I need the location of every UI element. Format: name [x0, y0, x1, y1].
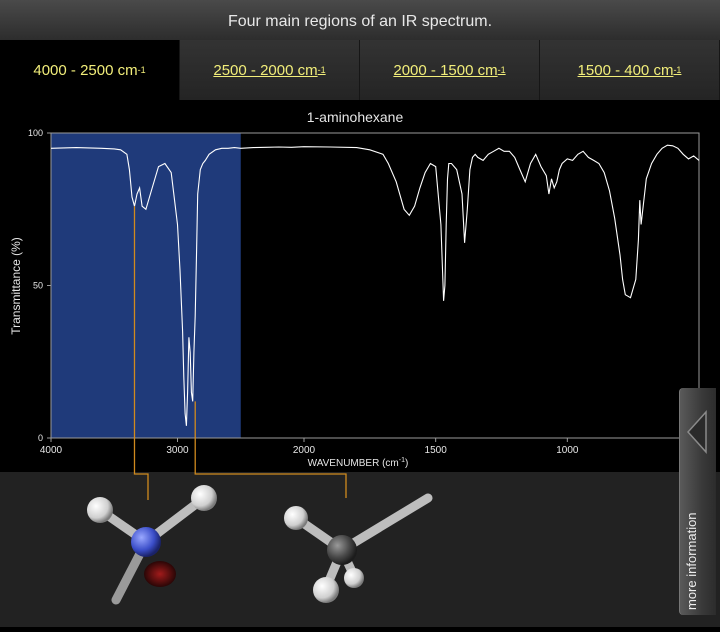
tab-label: 2000 - 1500 cm — [393, 61, 498, 79]
x-tick-label: 1000 — [556, 445, 579, 456]
nitrogen-atom — [131, 527, 161, 557]
tab-label-sup: -1 — [673, 65, 682, 75]
x-tick-label: 2000 — [293, 445, 316, 456]
more-information-label: more information — [684, 512, 699, 610]
region-tabs: 4000 - 2500 cm -1 2500 - 2000 cm -1 2000 -… — [0, 40, 720, 100]
molecule-panel — [0, 472, 720, 627]
hydrogen-atom — [344, 568, 364, 588]
tab-label: 1500 - 400 cm — [577, 61, 674, 79]
y-axis-label: Transmittance (%) — [9, 237, 23, 335]
chart-title: 1-aminohexane — [307, 109, 404, 125]
x-tick-label: 4000 — [40, 445, 63, 456]
methyl-group-model — [284, 493, 433, 603]
hydrogen-atom — [284, 506, 308, 530]
hydrogen-atom — [191, 485, 217, 511]
title-bar: Four main regions of an IR spectrum. — [0, 0, 720, 45]
tab-label-sup: -1 — [497, 65, 506, 75]
x-tick-label: 1500 — [425, 445, 448, 456]
tab-label: 4000 - 2500 cm — [33, 61, 138, 79]
y-axis-ticks: 0 50 100 — [28, 128, 51, 443]
lone-pair — [144, 561, 176, 587]
tab-label: 2500 - 2000 cm — [213, 61, 318, 79]
y-tick-label: 50 — [33, 281, 43, 291]
page-title: Four main regions of an IR spectrum. — [227, 13, 493, 30]
tab-4000-2500[interactable]: 4000 - 2500 cm -1 — [0, 40, 180, 100]
x-axis-label: WAVENUMBER (cm-1) — [308, 457, 409, 469]
hydrogen-atom — [313, 577, 339, 603]
x-axis-ticks: 4000300020001500100050 — [40, 438, 701, 456]
amine-group-model — [87, 485, 217, 605]
x-axis-unit-close: ) — [405, 458, 408, 469]
tab-1500-400[interactable]: 1500 - 400 cm -1 — [540, 40, 720, 100]
highlight-region — [51, 133, 241, 438]
bond — [337, 493, 433, 555]
tab-label-sup: -1 — [317, 65, 326, 75]
x-axis-label-text: WAVENUMBER — [308, 458, 380, 469]
ir-spectrum-chart: 4000300020001500100050 050100 1-aminohex… — [0, 100, 720, 472]
hydrogen-atom — [87, 497, 113, 523]
carbon-atom — [327, 535, 357, 565]
chevron-left-icon — [686, 410, 707, 454]
tab-2000-1500[interactable]: 2000 - 1500 cm -1 — [360, 40, 540, 100]
spectrum-svg: 4000300020001500100050 050100 1-aminohex… — [9, 109, 701, 469]
y-tick-label: 0 — [38, 433, 43, 443]
x-tick-label: 3000 — [166, 445, 189, 456]
tab-label-sup: -1 — [137, 65, 146, 75]
molecule-illustration — [87, 485, 433, 605]
more-information-panel[interactable]: more information — [679, 388, 716, 615]
x-axis-unit: (cm — [382, 458, 399, 469]
y-tick-label: 100 — [28, 128, 43, 138]
tab-2500-2000[interactable]: 2500 - 2000 cm -1 — [180, 40, 360, 100]
